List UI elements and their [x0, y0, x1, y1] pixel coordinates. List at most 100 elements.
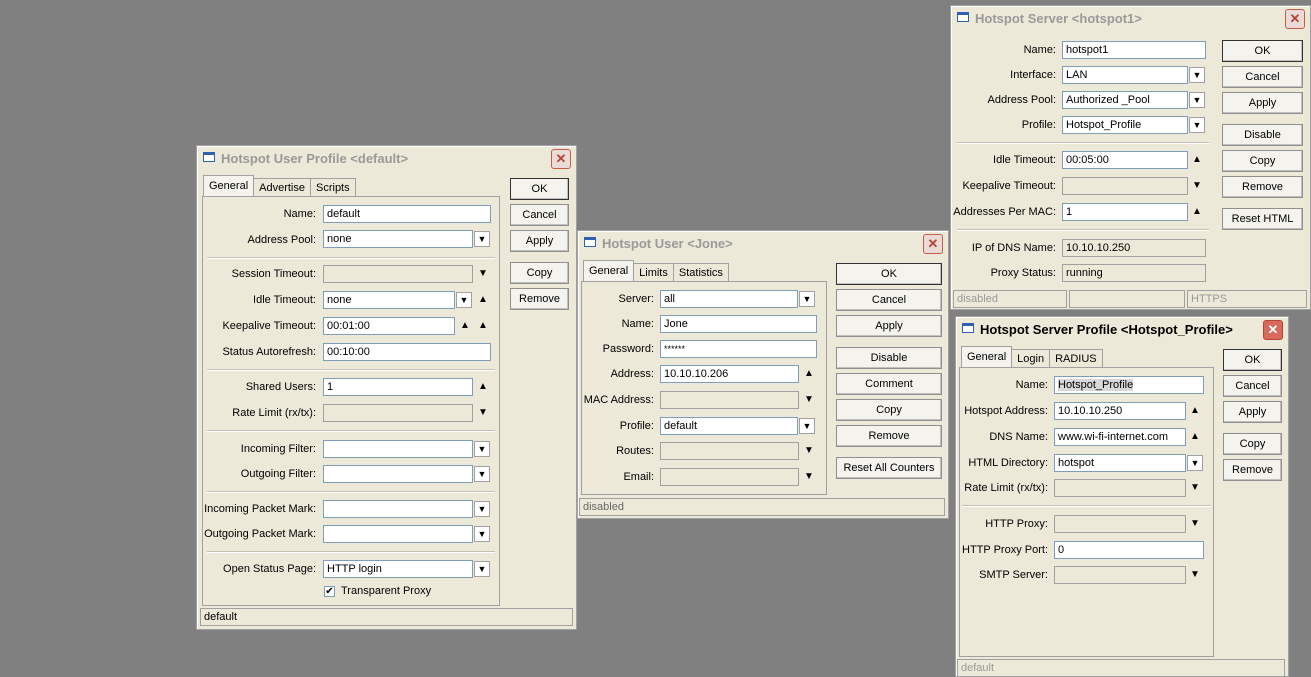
- apply-button[interactable]: Apply: [510, 230, 569, 252]
- address-pool-dropdown-icon[interactable]: ▼: [474, 231, 490, 247]
- idle-timeout-collapse-icon[interactable]: ▲: [1191, 153, 1203, 167]
- routes-expand-icon[interactable]: ▼: [803, 444, 815, 458]
- close-icon[interactable]: ✕: [1263, 320, 1283, 340]
- smtp-server-expand-icon[interactable]: ▼: [1189, 568, 1201, 582]
- session-timeout-expand-icon[interactable]: ▼: [477, 267, 489, 281]
- tab-limits[interactable]: Limits: [633, 263, 674, 281]
- password-field[interactable]: ******: [660, 340, 817, 358]
- email-field[interactable]: [660, 468, 799, 486]
- tab-general[interactable]: General: [961, 346, 1013, 367]
- remove-button[interactable]: Remove: [1223, 459, 1282, 481]
- interface-field[interactable]: LAN: [1062, 66, 1188, 84]
- profile-dropdown-icon[interactable]: ▼: [799, 418, 815, 434]
- close-icon[interactable]: ✕: [923, 234, 943, 254]
- tab-radius[interactable]: RADIUS: [1049, 349, 1103, 367]
- dns-name-collapse-icon[interactable]: ▲: [1189, 430, 1201, 444]
- ok-button[interactable]: OK: [510, 178, 569, 200]
- server-titlebar[interactable]: Hotspot Server <hotspot1> ✕: [951, 6, 1310, 30]
- incoming-filter-dropdown-icon[interactable]: ▼: [474, 441, 490, 457]
- idle-timeout-field[interactable]: 00:05:00: [1062, 151, 1188, 169]
- apply-button[interactable]: Apply: [1223, 401, 1282, 423]
- disable-button[interactable]: Disable: [836, 347, 942, 369]
- server-field[interactable]: all: [660, 290, 798, 308]
- smtp-server-field[interactable]: [1054, 566, 1186, 584]
- html-directory-dropdown-icon[interactable]: ▼: [1187, 455, 1203, 471]
- hotspot-address-field[interactable]: 10.10.10.250: [1054, 402, 1186, 420]
- remove-button[interactable]: Remove: [1222, 176, 1303, 198]
- outgoing-filter-dropdown-icon[interactable]: ▼: [474, 466, 490, 482]
- server-dropdown-icon[interactable]: ▼: [799, 291, 815, 307]
- copy-button[interactable]: Copy: [836, 399, 942, 421]
- tab-scripts[interactable]: Scripts: [310, 178, 356, 196]
- status-autorefresh-field[interactable]: 00:10:00: [323, 343, 491, 361]
- shared-users-collapse-icon[interactable]: ▲: [477, 380, 489, 394]
- address-pool-field[interactable]: Authorized _Pool: [1062, 91, 1188, 109]
- http-proxy-port-field[interactable]: 0: [1054, 541, 1204, 559]
- dns-name-field[interactable]: www.wi-fi-internet.com: [1054, 428, 1186, 446]
- shared-users-field[interactable]: 1: [323, 378, 473, 396]
- html-directory-field[interactable]: hotspot: [1054, 454, 1186, 472]
- name-field[interactable]: hotspot1: [1062, 41, 1206, 59]
- addresses-per-mac-collapse-icon[interactable]: ▲: [1191, 205, 1203, 219]
- keepalive-timeout-up-icon[interactable]: ▲: [459, 319, 471, 333]
- remove-button[interactable]: Remove: [510, 288, 569, 310]
- tab-login[interactable]: Login: [1011, 349, 1051, 367]
- outgoing-filter-field[interactable]: [323, 465, 473, 483]
- close-icon[interactable]: ✕: [1285, 9, 1305, 29]
- incoming-packet-mark-dropdown-icon[interactable]: ▼: [474, 501, 490, 517]
- ok-button[interactable]: OK: [836, 263, 942, 285]
- tab-general[interactable]: General: [583, 260, 635, 281]
- open-status-page-dropdown-icon[interactable]: ▼: [474, 561, 490, 577]
- cancel-button[interactable]: Cancel: [1222, 66, 1303, 88]
- rate-limit-expand-icon[interactable]: ▼: [1189, 481, 1201, 495]
- reset-html-button[interactable]: Reset HTML: [1222, 208, 1303, 230]
- comment-button[interactable]: Comment: [836, 373, 942, 395]
- address-field[interactable]: 10.10.10.206: [660, 365, 799, 383]
- tab-advertise[interactable]: Advertise: [253, 178, 311, 196]
- remove-button[interactable]: Remove: [836, 425, 942, 447]
- transparent-proxy-checkbox[interactable]: ✔: [324, 586, 335, 597]
- mac-address-expand-icon[interactable]: ▼: [803, 393, 815, 407]
- name-field[interactable]: Jone: [660, 315, 817, 333]
- incoming-packet-mark-field[interactable]: [323, 500, 473, 518]
- keepalive-timeout-expand-icon[interactable]: ▼: [1191, 179, 1203, 193]
- keepalive-timeout-field[interactable]: 00:01:00: [323, 317, 455, 335]
- keepalive-timeout-collapse-icon[interactable]: ▲: [477, 319, 489, 333]
- rate-limit-field[interactable]: [323, 404, 473, 422]
- ok-button[interactable]: OK: [1223, 349, 1282, 371]
- keepalive-timeout-field[interactable]: [1062, 177, 1188, 195]
- http-proxy-field[interactable]: [1054, 515, 1186, 533]
- outgoing-packet-mark-dropdown-icon[interactable]: ▼: [474, 526, 490, 542]
- close-icon[interactable]: ✕: [551, 149, 571, 169]
- http-proxy-expand-icon[interactable]: ▼: [1189, 517, 1201, 531]
- server-profile-titlebar[interactable]: Hotspot Server Profile <Hotspot_Profile>…: [956, 317, 1288, 341]
- idle-timeout-dropdown-icon[interactable]: ▼: [456, 292, 472, 308]
- incoming-filter-field[interactable]: [323, 440, 473, 458]
- outgoing-packet-mark-field[interactable]: [323, 525, 473, 543]
- name-field[interactable]: default: [323, 205, 491, 223]
- hotspot-address-collapse-icon[interactable]: ▲: [1189, 404, 1201, 418]
- user-profile-titlebar[interactable]: Hotspot User Profile <default> ✕: [197, 146, 576, 170]
- disable-button[interactable]: Disable: [1222, 124, 1303, 146]
- copy-button[interactable]: Copy: [1222, 150, 1303, 172]
- copy-button[interactable]: Copy: [510, 262, 569, 284]
- profile-dropdown-icon[interactable]: ▼: [1189, 117, 1205, 133]
- tab-statistics[interactable]: Statistics: [672, 263, 729, 281]
- apply-button[interactable]: Apply: [1222, 92, 1303, 114]
- session-timeout-field[interactable]: [323, 265, 473, 283]
- cancel-button[interactable]: Cancel: [510, 204, 569, 226]
- addresses-per-mac-field[interactable]: 1: [1062, 203, 1188, 221]
- tab-general[interactable]: General: [203, 175, 255, 196]
- interface-dropdown-icon[interactable]: ▼: [1189, 67, 1205, 83]
- address-pool-field[interactable]: none: [323, 230, 473, 248]
- address-collapse-icon[interactable]: ▲: [803, 367, 815, 381]
- mac-address-field[interactable]: [660, 391, 799, 409]
- user-titlebar[interactable]: Hotspot User <Jone> ✕: [578, 231, 948, 255]
- rate-limit-expand-icon[interactable]: ▼: [477, 406, 489, 420]
- routes-field[interactable]: [660, 442, 799, 460]
- cancel-button[interactable]: Cancel: [836, 289, 942, 311]
- name-field[interactable]: Hotspot_Profile: [1054, 376, 1204, 394]
- cancel-button[interactable]: Cancel: [1223, 375, 1282, 397]
- apply-button[interactable]: Apply: [836, 315, 942, 337]
- idle-timeout-collapse-icon[interactable]: ▲: [477, 293, 489, 307]
